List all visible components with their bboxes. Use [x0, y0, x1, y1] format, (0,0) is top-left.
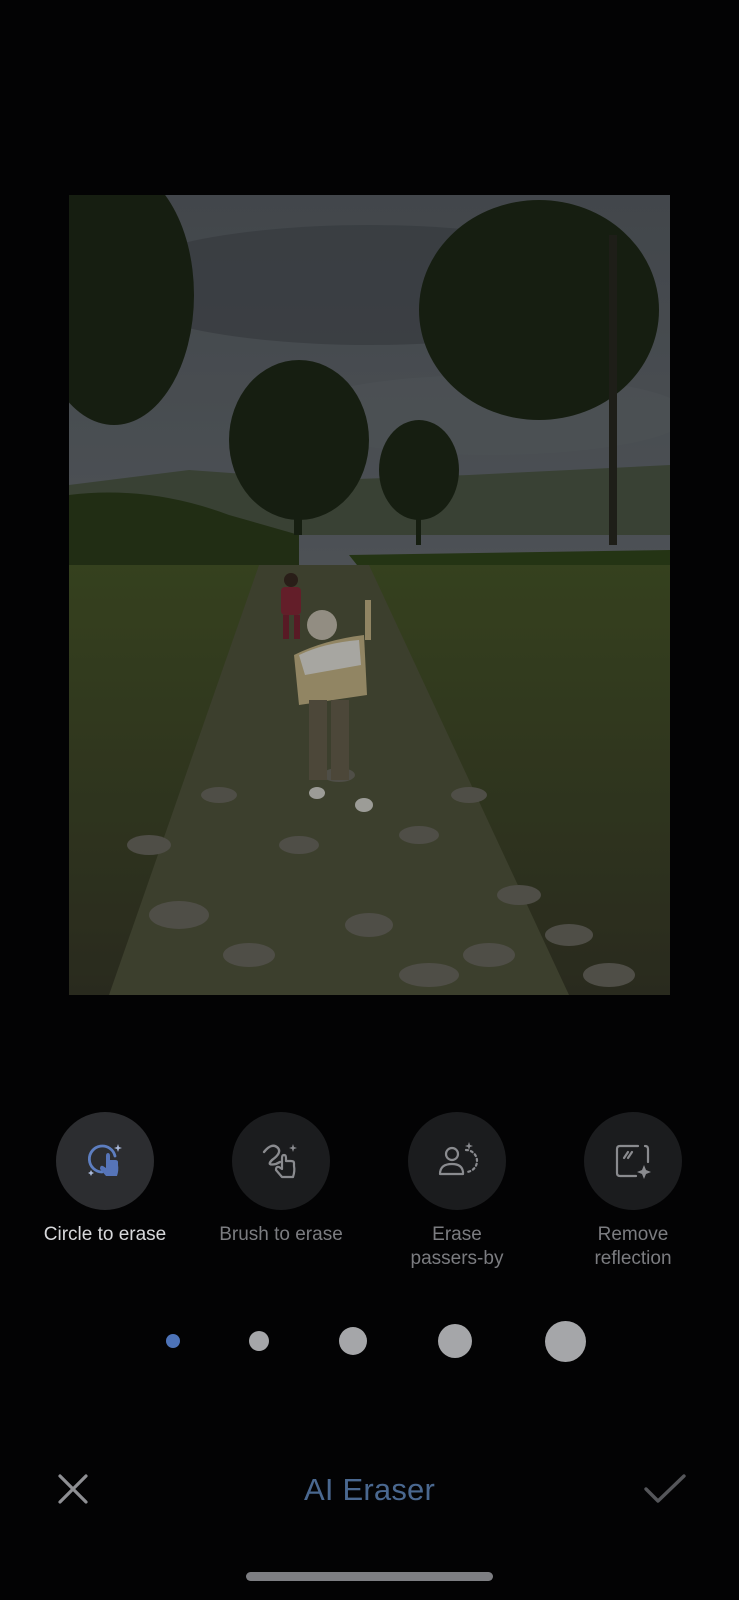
tool-remove-reflection[interactable]: Remove reflection — [543, 1112, 723, 1271]
circle-to-erase-icon — [87, 1144, 122, 1176]
tool-label: Remove reflection — [543, 1223, 723, 1271]
tool-brush-to-erase[interactable]: Brush to erase — [191, 1112, 371, 1247]
tool-label-line2: passers-by — [410, 1248, 504, 1269]
checkmark-icon — [644, 1474, 686, 1503]
photo-preview[interactable] — [69, 195, 670, 995]
tool-circle-to-erase[interactable]: Circle to erase — [15, 1112, 195, 1247]
page-title: AI Eraser — [303, 1472, 435, 1507]
erase-passers-by-icon — [438, 1142, 479, 1176]
tool-brush-to-erase-button[interactable] — [232, 1112, 330, 1210]
tool-circle-to-erase-button[interactable] — [56, 1112, 154, 1210]
brush-size-4[interactable] — [438, 1324, 472, 1358]
brush-size-3[interactable] — [339, 1327, 367, 1355]
brush-size-1[interactable] — [166, 1334, 180, 1348]
tool-remove-reflection-button[interactable] — [584, 1112, 682, 1210]
tool-label-line2: reflection — [594, 1248, 672, 1269]
home-indicator[interactable] — [246, 1572, 493, 1581]
tool-label-line1: Remove — [597, 1224, 669, 1245]
tool-label: Circle to erase — [43, 1224, 167, 1245]
tool-erase-passers-by[interactable]: Erase passers-by — [367, 1112, 547, 1271]
brush-size-5[interactable] — [545, 1321, 586, 1362]
brush-to-erase-icon — [262, 1144, 297, 1179]
confirm-button[interactable] — [643, 1472, 687, 1506]
tool-label: Erase passers-by — [367, 1223, 547, 1271]
brush-size-2[interactable] — [249, 1331, 269, 1351]
remove-reflection-icon — [615, 1144, 651, 1179]
photo-dim-overlay — [69, 195, 670, 995]
tool-label-line1: Erase — [432, 1224, 482, 1245]
tool-erase-passers-by-button[interactable] — [408, 1112, 506, 1210]
tool-label: Brush to erase — [219, 1224, 343, 1245]
